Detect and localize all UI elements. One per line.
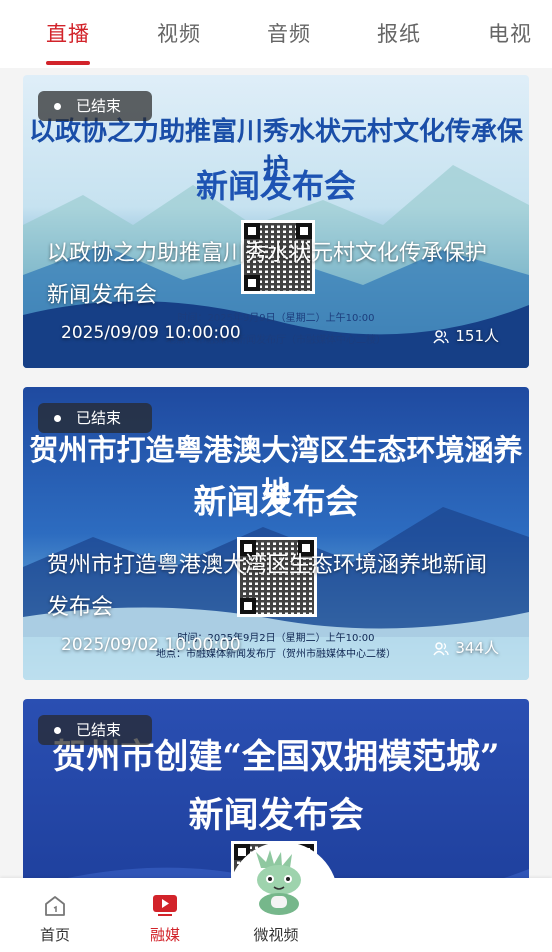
status-badge: 已结束 (38, 715, 152, 745)
poster-subheading: 新闻发布会 (193, 482, 359, 521)
card-date: 2025/09/09 10:00:00 (61, 323, 241, 343)
active-tab-indicator (46, 61, 90, 65)
live-card[interactable]: 以政协之力助推富川秀水状元村文化传承保护 新闻发布会 时间：2025年9月9日（… (23, 75, 529, 368)
users-icon (433, 642, 450, 656)
poster-subheading: 新闻发布会 (188, 795, 364, 836)
viewer-count: 344人 (433, 637, 499, 658)
card-date: 2025/09/02 10:00:00 (61, 635, 241, 655)
card-title: 以政协之力助推富川秀水状元村文化传承保护新闻发布会 (47, 241, 488, 308)
poster-subheading: 新闻发布会 (195, 167, 356, 205)
viewer-count: 151人 (433, 325, 499, 346)
status-badge: 已结束 (38, 403, 152, 433)
tab-tv[interactable]: 电视 (488, 18, 532, 48)
users-icon (433, 330, 450, 344)
tab-audio[interactable]: 音频 (267, 18, 311, 48)
play-icon (153, 895, 177, 916)
card-title: 贺州市打造粤港澳大湾区生态环境涵养地新闻发布会 (47, 553, 488, 620)
live-card[interactable]: 贺州市打造粤港澳大湾区生态环境涵养地 新闻发布会 时间：2025年9月2日（星期… (23, 387, 529, 680)
tab-video[interactable]: 视频 (157, 18, 201, 48)
top-tab-bar: 直播 视频 音频 报纸 电视 (0, 0, 552, 68)
tab-live[interactable]: 直播 (46, 18, 90, 48)
home-icon (45, 896, 65, 916)
mascot-icon (256, 850, 301, 915)
status-badge: 已结束 (38, 91, 152, 121)
tab-newspaper[interactable]: 报纸 (377, 18, 421, 48)
